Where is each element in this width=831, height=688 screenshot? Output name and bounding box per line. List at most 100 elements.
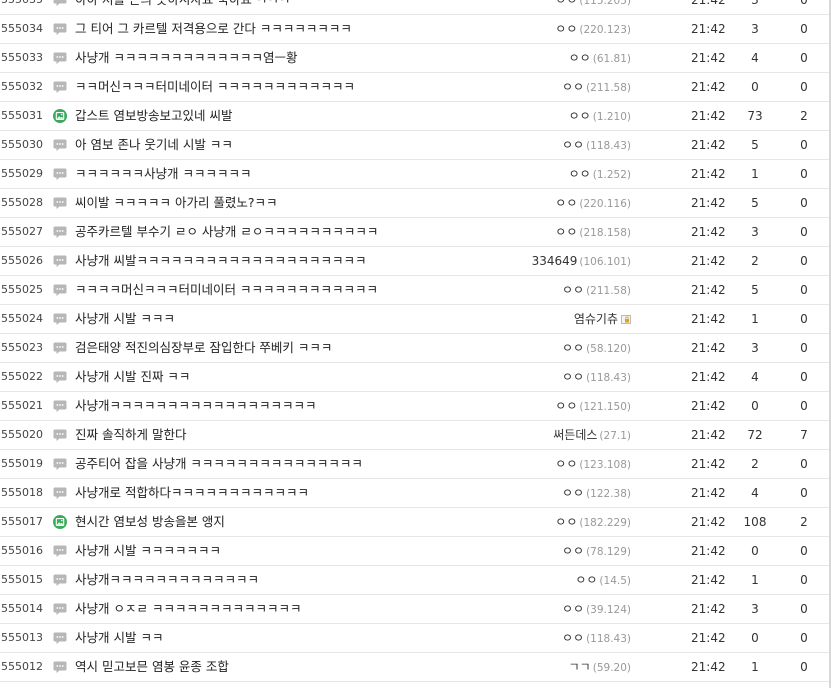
post-title-link[interactable]: 현시간 염보성 방송을본 앵지 — [75, 508, 225, 536]
speech-bubble-icon — [53, 51, 67, 65]
post-time: 21:42 — [691, 0, 726, 7]
post-row[interactable]: 5555012 역시 믿고보믄 염봉 윤종 조합 ㄱㄱ(59.20) 21:42… — [0, 653, 831, 682]
post-views: 5 — [751, 283, 759, 297]
post-number: 5555013 — [0, 624, 44, 652]
speech-bubble-icon — [53, 631, 67, 645]
post-writer[interactable]: ㅇㅇ (211.58) — [562, 276, 631, 305]
post-row[interactable]: 5555025 ㅋㅋㅋㅋ머신ㅋㅋㅋ터미네이터 ㅋㅋㅋㅋㅋㅋㅋㅋㅋㅋㅋㅋ ㅇㅇ(2… — [0, 276, 831, 305]
post-number-text: 5555017 — [0, 515, 43, 528]
post-writer[interactable]: 334649 (106.101) — [532, 247, 631, 276]
post-writer[interactable]: ㅇㅇ (61.81) — [569, 44, 631, 73]
post-title-link[interactable]: 역시 믿고보믄 염봉 윤종 조합 — [75, 653, 229, 681]
post-writer[interactable]: ㅇㅇ (122.38) — [562, 479, 631, 508]
post-writer[interactable]: ㄱㄱ (59.20) — [569, 653, 631, 682]
post-row[interactable]: 5555027 공주카르텔 부수기 ㄹㅇ 사냥개 ㄹㅇㅋㅋㅋㅋㅋㅋㅋㅋㅋㅋ ㅇㅇ… — [0, 218, 831, 247]
post-title-link[interactable]: 공주티어 잡을 사냥개 ㅋㅋㅋㅋㅋㅋㅋㅋㅋㅋㅋㅋㅋㅋㅋ — [75, 450, 363, 478]
post-row[interactable]: 5555013 사냥개 시발 ㅋㅋ ㅇㅇ(118.43) 21:42 0 0 — [0, 624, 831, 653]
writer-name: ㅇㅇ — [561, 283, 585, 297]
post-row[interactable]: 5555026 사냥개 씨발ㅋㅋㅋㅋㅋㅋㅋㅋㅋㅋㅋㅋㅋㅋㅋㅋㅋㅋㅋㅋ 33464… — [0, 247, 831, 276]
post-row[interactable]: 5555028 씨이발 ㅋㅋㅋㅋㅋ 아가리 풀렸노?ㅋㅋ ㅇㅇ(220.116)… — [0, 189, 831, 218]
post-writer[interactable]: ㅇㅇ (220.123) — [555, 15, 631, 44]
post-row[interactable]: 5555035 하하 저를 끈의 못하시자요 국하요 ㅋㅋㅋ ㅇㅇ(115.20… — [0, 0, 831, 15]
post-row[interactable]: 5555016 사냥개 시발 ㅋㅋㅋㅋㅋㅋㅋ ㅇㅇ(78.129) 21:42 … — [0, 537, 831, 566]
post-title-link[interactable]: 사냥개로 적합하다ㅋㅋㅋㅋㅋㅋㅋㅋㅋㅋㅋㅋ — [75, 479, 309, 507]
post-writer[interactable]: ㅇㅇ (118.43) — [562, 131, 631, 160]
post-row[interactable]: 5555014 사냥개 ㅇㅈㄹ ㅋㅋㅋㅋㅋㅋㅋㅋㅋㅋㅋㅋㅋ ㅇㅇ(39.124)… — [0, 595, 831, 624]
post-views: 3 — [751, 22, 759, 36]
post-writer[interactable]: ㅇㅇ (182.229) — [555, 508, 631, 537]
post-title-link[interactable]: ㅋㅋㅋㅋㅋㅋ사냥개 ㅋㅋㅋㅋㅋㅋ — [75, 160, 251, 188]
post-views: 72 — [747, 428, 763, 442]
post-title-link[interactable]: 사냥개 시발 진짜 ㅋㅋ — [75, 363, 190, 391]
writer-ip: (122.38) — [586, 488, 631, 500]
post-title-link[interactable]: 하하 저를 끈의 못하시자요 국하요 ㅋㅋㅋ — [75, 0, 290, 14]
post-writer[interactable]: 써든데스 (27.1) — [553, 421, 631, 450]
post-title-link[interactable]: 씨이발 ㅋㅋㅋㅋㅋ 아가리 풀렸노?ㅋㅋ — [75, 189, 278, 217]
post-row[interactable]: 5555022 사냥개 시발 진짜 ㅋㅋ ㅇㅇ(118.43) 21:42 4 … — [0, 363, 831, 392]
post-title-link[interactable]: 진짜 솔직하게 말한다 — [75, 421, 186, 449]
post-writer[interactable]: ㅇㅇ (121.150) — [555, 392, 631, 421]
post-views: 0 — [751, 399, 759, 413]
post-row[interactable]: 5555020 진짜 솔직하게 말한다 써든데스(27.1) 21:42 72 … — [0, 421, 831, 450]
post-row[interactable]: 5555032 ㅋㅋ머신ㅋㅋㅋ터미네이터 ㅋㅋㅋㅋㅋㅋㅋㅋㅋㅋㅋㅋ ㅇㅇ(211… — [0, 73, 831, 102]
post-views: 0 — [751, 80, 759, 94]
post-writer[interactable]: ㅇㅇ (58.120) — [562, 334, 631, 363]
post-writer[interactable]: ㅇㅇ (123.108) — [555, 450, 631, 479]
post-time: 21:42 — [691, 312, 726, 326]
post-title-link[interactable]: 아 염보 존나 웃기네 시발 ㅋㅋ — [75, 131, 233, 159]
post-title-link[interactable]: ㅋㅋㅋㅋ머신ㅋㅋㅋ터미네이터 ㅋㅋㅋㅋㅋㅋㅋㅋㅋㅋㅋㅋ — [75, 276, 378, 304]
post-writer[interactable]: ㅇㅇ (118.43) — [562, 363, 631, 392]
writer-name: ㅇㅇ — [555, 457, 578, 471]
post-title-link[interactable]: ㅋㅋ머신ㅋㅋㅋ터미네이터 ㅋㅋㅋㅋㅋㅋㅋㅋㅋㅋㅋㅋ — [75, 73, 355, 101]
post-number-text: 5555023 — [0, 341, 43, 354]
post-writer[interactable]: ㅇㅇ (39.124) — [562, 595, 631, 624]
post-title-link[interactable]: 사냥개 시발 ㅋㅋ — [75, 624, 163, 652]
post-writer[interactable]: ㅇㅇ (1.210) — [569, 102, 631, 131]
post-row[interactable]: 5555029 ㅋㅋㅋㅋㅋㅋ사냥개 ㅋㅋㅋㅋㅋㅋ ㅇㅇ(1.252) 21:42… — [0, 160, 831, 189]
post-title-link[interactable]: 사냥개 ㅋㅋㅋㅋㅋㅋㅋㅋㅋㅋㅋㅋㅋ염ㅡ황 — [75, 44, 297, 72]
post-title-link[interactable]: 사냥개ㅋㅋㅋㅋㅋㅋㅋㅋㅋㅋㅋㅋㅋ — [75, 566, 259, 594]
post-time: 21:42 — [691, 544, 726, 558]
post-row[interactable]: 5555034 그 티어 그 카르텔 저격용으로 간다 ㅋㅋㅋㅋㅋㅋㅋㅋ ㅇㅇ(… — [0, 15, 831, 44]
post-number-text: 5555019 — [0, 457, 43, 470]
post-title-link[interactable]: 사냥개 시발 ㅋㅋㅋㅋㅋㅋㅋ — [75, 537, 221, 565]
post-writer[interactable]: ㅇㅇ (218.158) — [555, 218, 631, 247]
post-row[interactable]: 5555015 사냥개ㅋㅋㅋㅋㅋㅋㅋㅋㅋㅋㅋㅋㅋ ㅇㅇ(14.5) 21:42 … — [0, 566, 831, 595]
post-number: 5555035 — [0, 0, 44, 14]
writer-ip: (106.101) — [579, 256, 631, 268]
post-row[interactable]: 5555018 사냥개로 적합하다ㅋㅋㅋㅋㅋㅋㅋㅋㅋㅋㅋㅋ ㅇㅇ(122.38)… — [0, 479, 831, 508]
post-title-link[interactable]: 사냥개 씨발ㅋㅋㅋㅋㅋㅋㅋㅋㅋㅋㅋㅋㅋㅋㅋㅋㅋㅋㅋㅋ — [75, 247, 366, 275]
post-writer[interactable]: ㅇㅇ (211.58) — [562, 73, 631, 102]
post-writer[interactable]: ㅇㅇ (14.5) — [575, 566, 631, 595]
post-number-text: 5555016 — [0, 544, 43, 557]
post-title-link[interactable]: 그 티어 그 카르텔 저격용으로 간다 ㅋㅋㅋㅋㅋㅋㅋㅋ — [75, 15, 352, 43]
speech-bubble-icon — [53, 312, 67, 326]
post-title-link[interactable]: 갑스트 염보방송보고있네 씨발 — [75, 102, 232, 130]
post-row[interactable]: 5555021 사냥개ㅋㅋㅋㅋㅋㅋㅋㅋㅋㅋㅋㅋㅋㅋㅋㅋㅋㅋ ㅇㅇ(121.150… — [0, 392, 831, 421]
post-title-link[interactable]: 사냥개 ㅇㅈㄹ ㅋㅋㅋㅋㅋㅋㅋㅋㅋㅋㅋㅋㅋ — [75, 595, 301, 623]
post-title-link[interactable]: 검은태양 적진의심장부로 잠입한다 쭈베키 ㅋㅋㅋ — [75, 334, 332, 362]
post-row[interactable]: 5555030 아 염보 존나 웃기네 시발 ㅋㅋ ㅇㅇ(118.43) 21:… — [0, 131, 831, 160]
post-writer[interactable]: ㅇㅇ (118.43) — [562, 624, 631, 653]
post-row[interactable]: 5555017 현시간 염보성 방송을본 앵지 ㅇㅇ(182.229) 21:4… — [0, 508, 831, 537]
post-title-link[interactable]: 공주카르텔 부수기 ㄹㅇ 사냥개 ㄹㅇㅋㅋㅋㅋㅋㅋㅋㅋㅋㅋ — [75, 218, 378, 246]
post-writer[interactable]: ㅇㅇ (78.129) — [562, 537, 631, 566]
post-row[interactable]: 5555019 공주티어 잡을 사냥개 ㅋㅋㅋㅋㅋㅋㅋㅋㅋㅋㅋㅋㅋㅋㅋ ㅇㅇ(1… — [0, 450, 831, 479]
post-row[interactable]: 5555024 사냥개 시발 ㅋㅋㅋ 염슈기츄 21:42 1 0 — [0, 305, 831, 334]
post-recommend-count: 0 — [800, 370, 808, 384]
post-title-link[interactable]: 사냥개ㅋㅋㅋㅋㅋㅋㅋㅋㅋㅋㅋㅋㅋㅋㅋㅋㅋㅋ — [75, 392, 317, 420]
post-row[interactable]: 5555033 사냥개 ㅋㅋㅋㅋㅋㅋㅋㅋㅋㅋㅋㅋㅋ염ㅡ황 ㅇㅇ(61.81) 2… — [0, 44, 831, 73]
post-writer[interactable]: ㅇㅇ (220.116) — [555, 189, 631, 218]
post-row[interactable]: 5555023 검은태양 적진의심장부로 잠입한다 쭈베키 ㅋㅋㅋ ㅇㅇ(58.… — [0, 334, 831, 363]
post-recommend-count: 0 — [800, 254, 808, 268]
writer-name: ㅇㅇ — [555, 22, 578, 36]
post-writer[interactable]: 염슈기츄 — [574, 305, 631, 334]
post-number-text: 5555034 — [0, 22, 43, 35]
writer-ip: (14.5) — [599, 575, 631, 587]
post-time: 21:42 — [691, 341, 726, 355]
post-writer[interactable]: ㅇㅇ (1.252) — [569, 160, 631, 189]
post-title-link[interactable]: 사냥개 시발 ㅋㅋㅋ — [75, 305, 175, 333]
post-writer[interactable]: ㅇㅇ (115.205) — [555, 0, 631, 15]
post-row[interactable]: 5555031 갑스트 염보방송보고있네 씨발 ㅇㅇ(1.210) 21:42 … — [0, 102, 831, 131]
post-number: 5555025 — [0, 276, 44, 304]
